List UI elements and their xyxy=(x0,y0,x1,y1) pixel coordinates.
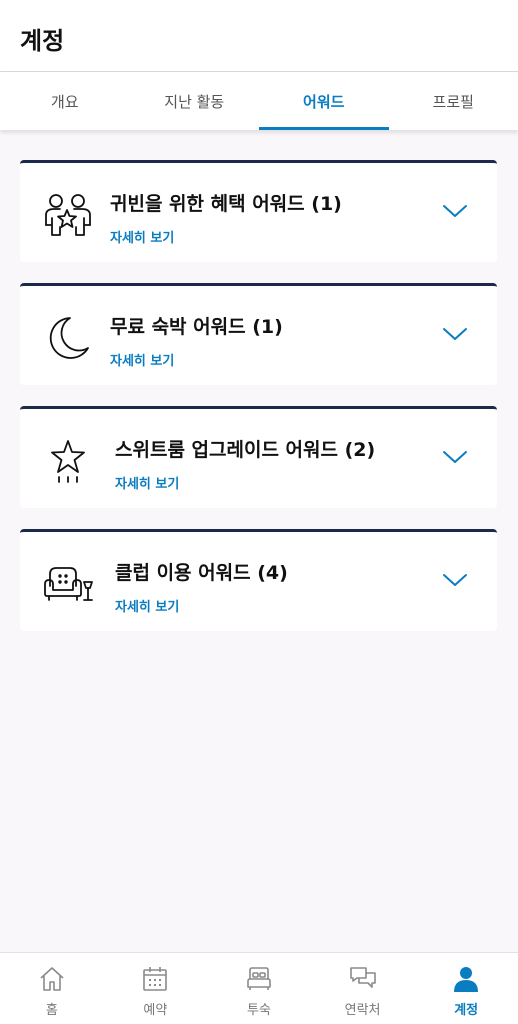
award-title: 귀빈을 위한 혜택 어워드 (1) xyxy=(110,193,342,215)
tab-profile[interactable]: 프로필 xyxy=(389,72,518,130)
nav-item-contact[interactable]: 연락처 xyxy=(311,953,415,1024)
nav-item-stays[interactable]: 투숙 xyxy=(207,953,311,1024)
person-icon xyxy=(454,967,479,992)
award-card-vip-benefits[interactable]: 귀빈을 위한 혜택 어워드 (1) 자세히 보기 xyxy=(20,160,497,262)
calendar-icon xyxy=(143,967,168,991)
moon-icon xyxy=(49,317,89,359)
chevron-down-icon[interactable] xyxy=(442,203,468,219)
nav-label: 예약 xyxy=(143,1003,168,1018)
award-card-free-night[interactable]: 무료 숙박 어워드 (1) 자세히 보기 xyxy=(20,283,497,385)
chat-bubbles-icon xyxy=(349,967,376,988)
award-title: 클럽 이용 어워드 (4) xyxy=(115,562,288,584)
nav-label: 홈 xyxy=(45,1003,58,1018)
view-details-link[interactable]: 자세히 보기 xyxy=(110,227,174,246)
chevron-down-icon[interactable] xyxy=(442,326,468,342)
tab-overview[interactable]: 개요 xyxy=(0,72,130,130)
tab-bar: 개요 지난 활동 어워드 프로필 xyxy=(0,72,518,130)
people-star-icon xyxy=(45,194,91,236)
view-details-link[interactable]: 자세히 보기 xyxy=(115,596,179,615)
bed-icon xyxy=(247,967,271,990)
nav-item-reservations[interactable]: 예약 xyxy=(104,953,208,1024)
nav-label: 연락처 xyxy=(344,1003,381,1018)
nav-label: 투숙 xyxy=(247,1003,271,1018)
award-title: 무료 숙박 어워드 (1) xyxy=(110,316,283,338)
home-icon xyxy=(40,967,64,991)
view-details-link[interactable]: 자세히 보기 xyxy=(110,350,174,369)
nav-item-account[interactable]: 계정 xyxy=(414,953,518,1024)
chevron-down-icon[interactable] xyxy=(442,449,468,465)
chevron-down-icon[interactable] xyxy=(442,572,468,588)
tab-awards[interactable]: 어워드 xyxy=(259,72,389,130)
app-header: 계정 xyxy=(0,0,518,72)
award-card-suite-upgrade[interactable]: 스위트룸 업그레이드 어워드 (2) 자세히 보기 xyxy=(20,406,497,508)
bottom-nav: 홈 예약 투숙 연락처 계정 xyxy=(0,952,518,1024)
armchair-lamp-icon xyxy=(44,567,93,601)
nav-item-home[interactable]: 홈 xyxy=(0,953,104,1024)
star-icon xyxy=(51,440,85,483)
nav-label: 계정 xyxy=(454,1003,479,1018)
tab-past-activity[interactable]: 지난 활동 xyxy=(130,72,260,130)
page-title: 계정 xyxy=(20,27,65,55)
award-title: 스위트룸 업그레이드 어워드 (2) xyxy=(115,439,376,461)
award-card-club-access[interactable]: 클럽 이용 어워드 (4) 자세히 보기 xyxy=(20,529,497,631)
view-details-link[interactable]: 자세히 보기 xyxy=(115,473,179,492)
